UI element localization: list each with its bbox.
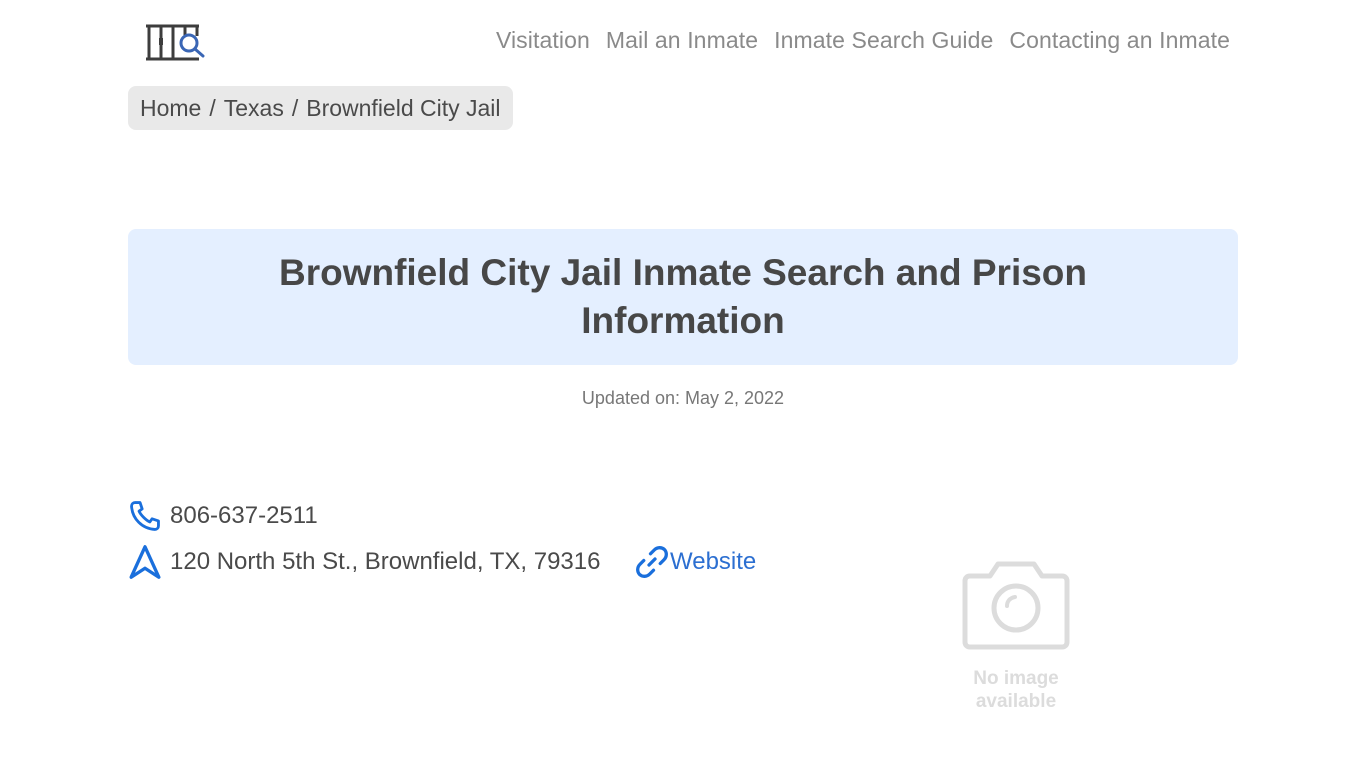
no-image-line1: No image [973, 668, 1059, 689]
updated-date: Updated on: May 2, 2022 [581, 388, 785, 408]
nav-inmate-search-guide[interactable]: Inmate Search Guide [774, 27, 993, 54]
nav-visitation[interactable]: Visitation [496, 27, 590, 54]
address-row: 120 North 5th St., Brownfield, TX, 79316 [128, 544, 600, 580]
nav-contacting-an-inmate[interactable]: Contacting an Inmate [1009, 27, 1230, 54]
camera-icon [962, 561, 1070, 650]
breadcrumb-texas[interactable]: Texas [224, 95, 284, 122]
address: 120 North 5th St., Brownfield, TX, 79316 [170, 548, 601, 575]
breadcrumb-separator: / [291, 94, 299, 121]
phone-number[interactable]: 806-637-2511 [170, 502, 318, 530]
breadcrumb: Home / Texas / Brownfield City Jail [128, 86, 513, 130]
breadcrumb-separator: / [209, 94, 216, 121]
no-image-caption: No image available [958, 667, 1074, 713]
title-banner: Brownfield City Jail Inmate Search and P… [128, 229, 1238, 365]
navigation-arrow-icon [129, 545, 161, 579]
phone-row: 806-637-2511 [128, 499, 318, 533]
site-logo[interactable] [145, 22, 207, 64]
website-link[interactable]: Website [670, 548, 756, 576]
breadcrumb-home[interactable]: Home [140, 95, 201, 122]
no-image-placeholder: No image available [958, 558, 1074, 713]
jail-bars-search-icon [146, 24, 205, 61]
breadcrumb-current: Brownfield City Jail [306, 94, 501, 121]
phone-icon [130, 501, 160, 531]
page-title: Brownfield City Jail Inmate Search and P… [278, 252, 1088, 341]
no-image-line2: available [975, 691, 1057, 712]
nav-mail-an-inmate[interactable]: Mail an Inmate [606, 27, 758, 54]
website-row: Website [634, 544, 756, 580]
link-icon [636, 546, 668, 578]
main-nav: Visitation Mail an Inmate Inmate Search … [496, 27, 1230, 54]
